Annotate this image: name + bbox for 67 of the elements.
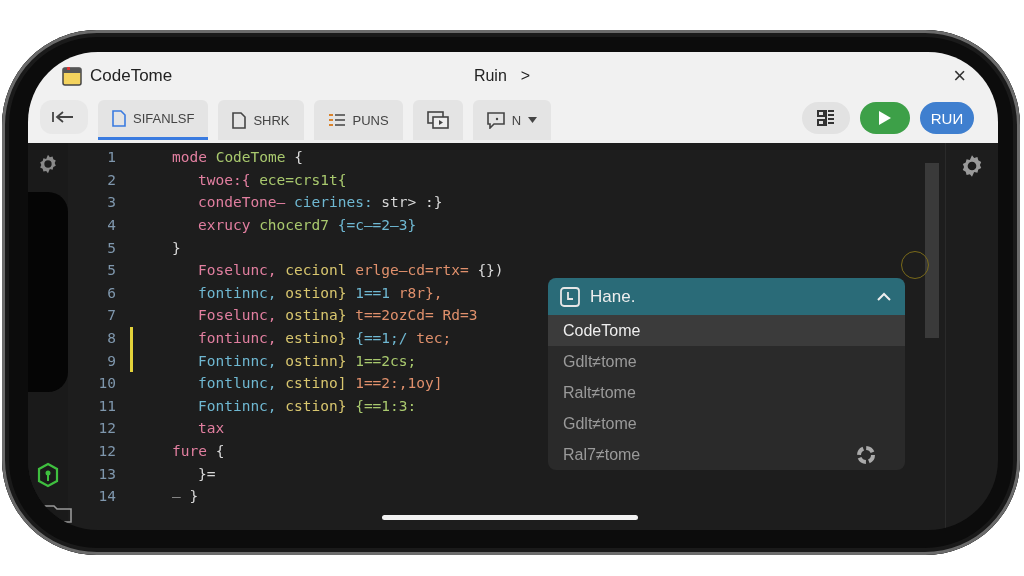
line-number: 10 <box>97 375 116 392</box>
toolbar-tab[interactable]: N <box>472 100 552 140</box>
suggestion-item[interactable]: CodeTome <box>548 315 905 346</box>
line-number: 3 <box>106 194 116 211</box>
code-line: }= <box>197 465 216 482</box>
back-button[interactable] <box>40 100 88 134</box>
list-icon <box>327 112 346 128</box>
toolbar-tab[interactable]: SIFANLSF <box>98 100 209 140</box>
code-line: – } <box>172 488 199 505</box>
code-line: fontinnc, ostion} 1==1 r8r}, <box>197 284 443 301</box>
toolbar-tab[interactable]: PUNS <box>313 100 403 140</box>
code-line: fure { <box>172 443 225 459</box>
code-line: fontiunc, estino} {==1;/ tec; <box>197 330 452 347</box>
code-line: exrucy chocerd7 {=c–=2–3} <box>197 217 417 234</box>
run-button[interactable]: RUИ <box>920 102 974 134</box>
folder-icon[interactable] <box>43 502 73 524</box>
line-number: 9 <box>106 352 116 369</box>
spinner-icon <box>857 445 875 464</box>
grid-icon <box>816 109 836 127</box>
line-number: 1 <box>106 149 116 166</box>
code-line: } <box>172 239 181 256</box>
line-number: 11 <box>97 397 116 414</box>
collapse-icon[interactable] <box>877 292 891 301</box>
line-number: 4 <box>106 217 116 234</box>
code-line: fontlunc, cstino] 1==2:,1oy] <box>197 375 443 392</box>
suggestion-item[interactable]: Gdlt≠tome <box>548 408 905 439</box>
code-line: Foselunc, ostina} t==2ozCd= Rd=3 <box>197 307 478 324</box>
play-button[interactable] <box>860 102 910 134</box>
grid-button[interactable] <box>802 102 850 134</box>
code-line: Foselunc, cecionl erlge–cd=rtx= {}) <box>197 262 504 279</box>
clock-icon <box>560 286 580 307</box>
line-number: 12 <box>97 420 116 437</box>
scrollbar[interactable] <box>925 163 939 338</box>
suggestion-item[interactable]: Ral7≠tome <box>548 439 905 470</box>
hexagon-icon[interactable] <box>36 462 60 488</box>
line-number: 2 <box>106 171 116 188</box>
line-number: 8 <box>106 330 116 347</box>
line-number: 5 <box>106 262 116 279</box>
line-number: 12 <box>97 443 116 459</box>
app-icon <box>62 66 82 86</box>
file-icon <box>112 110 126 127</box>
play-icon <box>879 111 891 125</box>
line-number: 5 <box>106 239 116 256</box>
line-number: 13 <box>97 465 116 482</box>
breadcrumb-link[interactable]: Ruin <box>473 67 507 85</box>
settings-icon[interactable] <box>37 153 59 175</box>
close-button[interactable]: × <box>953 63 966 89</box>
chevron-icon: > <box>520 67 531 85</box>
line-number: 6 <box>106 284 116 301</box>
code-line: tax <box>197 420 225 437</box>
toolbar-tab[interactable] <box>412 100 463 140</box>
suggestion-item[interactable]: Gdlt≠tome <box>548 346 905 377</box>
line-number: 14 <box>97 488 116 505</box>
popup-title: Hane. <box>590 286 637 307</box>
line-number: 7 <box>106 307 116 324</box>
chat-icon <box>486 111 505 129</box>
code-line: Fontinnc, ostinn} 1==2cs; <box>197 352 417 369</box>
code-line: condeTone– cierines: str> :} <box>197 194 443 211</box>
code-line: twoe:{ ece=crs1t{ <box>197 171 347 188</box>
windows-icon <box>426 111 449 129</box>
window-title: CodeTome <box>90 66 173 86</box>
code-line: mode CodeTome { <box>172 149 303 166</box>
caret-icon <box>528 117 538 123</box>
suggestion-item[interactable]: Ralt≠tome <box>548 377 905 408</box>
toolbar-tab[interactable]: SHRK <box>218 100 304 140</box>
file-icon <box>232 111 247 129</box>
code-line: Fontinnc, cstion} {==1:3: <box>197 397 417 414</box>
